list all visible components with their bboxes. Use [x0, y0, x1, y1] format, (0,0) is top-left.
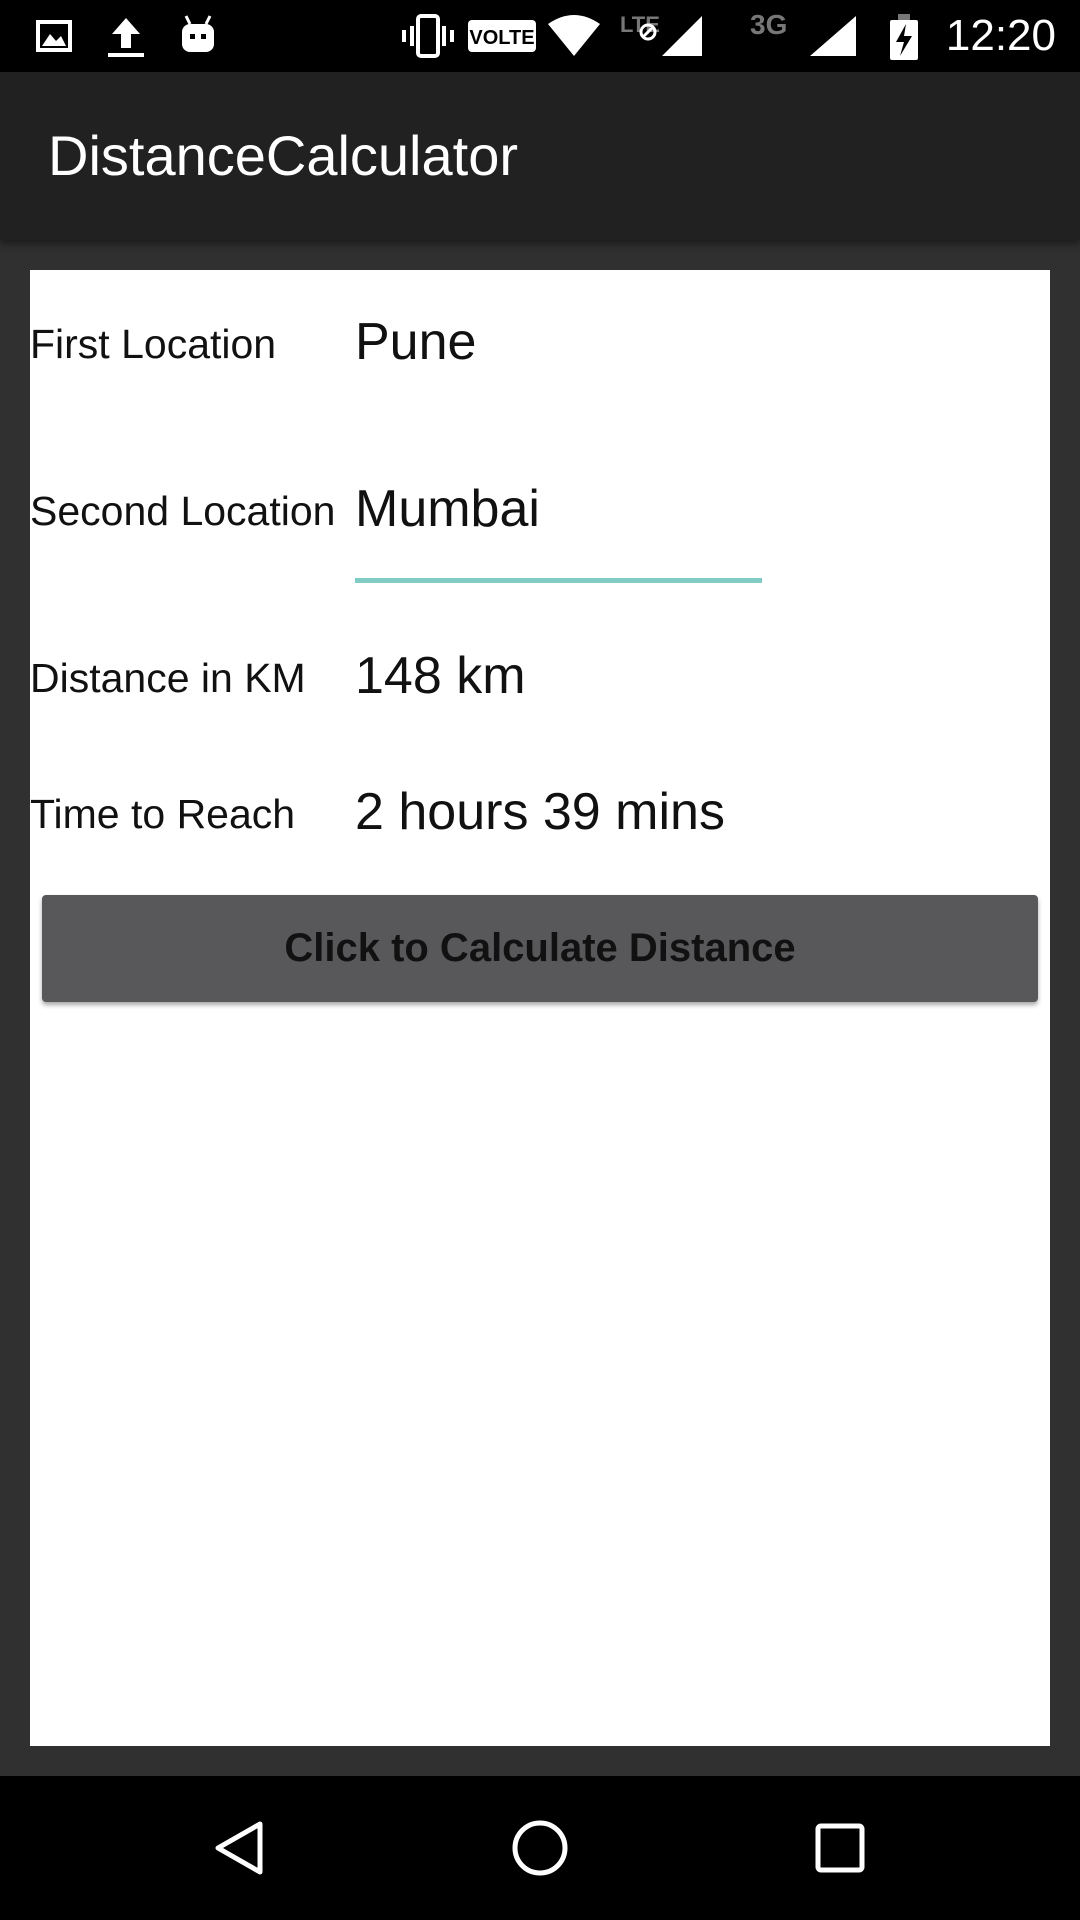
lte-signal-icon: LTE	[620, 12, 702, 56]
app-title: DistanceCalculator	[48, 124, 518, 187]
first-location-input[interactable]: Pune	[355, 312, 476, 372]
second-location-input[interactable]: Mumbai	[355, 479, 540, 539]
home-icon[interactable]	[504, 1812, 576, 1884]
back-icon[interactable]	[204, 1812, 276, 1884]
vibrate-icon	[402, 14, 454, 58]
distance-label: Distance in KM	[30, 655, 306, 701]
upload-icon	[108, 18, 144, 57]
second-location-underline	[355, 578, 762, 583]
distance-value: 148 km	[355, 647, 526, 705]
time-to-reach-value: 2 hours 39 mins	[355, 783, 725, 841]
second-location-label: Second Location	[30, 488, 336, 534]
volte-badge: VOLTE	[468, 20, 536, 52]
3g-signal-icon: 3G	[750, 10, 856, 56]
content-card: First Location Pune Second Location Mumb…	[30, 270, 1050, 1746]
time-to-reach-label: Time to Reach	[30, 791, 296, 837]
first-location-label: First Location	[30, 321, 277, 367]
screen: VOLTE LTE 3G 12:20 DistanceCalculator Fi…	[0, 0, 1080, 1920]
volte-label: VOLTE	[469, 27, 534, 49]
battery-charging-icon	[890, 14, 918, 60]
wifi-icon	[548, 15, 600, 56]
3g-label: 3G	[750, 10, 787, 40]
calculate-distance-button[interactable]: Click to Calculate Distance	[42, 895, 1038, 1002]
android-icon	[182, 15, 214, 52]
status-bar: VOLTE LTE 3G 12:20	[0, 0, 1080, 72]
recents-icon[interactable]	[804, 1812, 876, 1884]
image-icon	[36, 20, 72, 52]
app-bar: DistanceCalculator	[0, 72, 1080, 240]
nav-bar	[0, 1776, 1080, 1920]
clock: 12:20	[945, 11, 1056, 60]
